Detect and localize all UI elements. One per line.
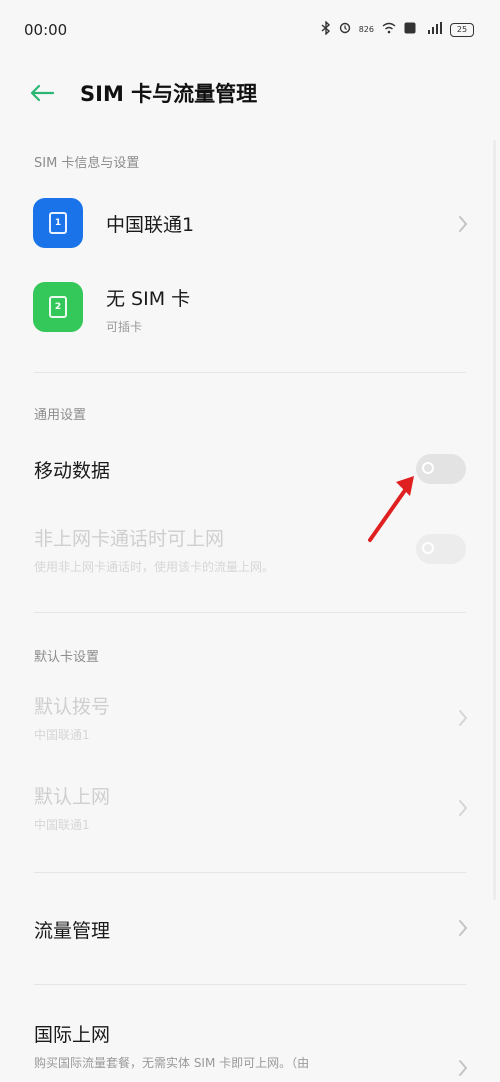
default-data-row[interactable]: 默认上网 中国联通1 — [0, 774, 500, 842]
international-data-sub: 购买国际流量套餐，无需实体 SIM 卡即可上网。（由 — [34, 1056, 310, 1070]
status-bar: 00:00 826 25 — [0, 0, 500, 60]
mobile-data-label: 移动数据 — [34, 460, 111, 482]
chevron-right-icon — [456, 708, 470, 728]
default-data-value: 中国联通1 — [34, 818, 90, 832]
sim-card-2-sub: 可插卡 — [106, 320, 143, 334]
wifi-icon — [382, 22, 396, 38]
sim-section-label: SIM 卡信息与设置 — [34, 156, 140, 171]
scrollbar[interactable] — [493, 140, 496, 900]
signal-icon — [424, 22, 442, 38]
page-title: SIM 卡与流量管理 — [80, 82, 258, 106]
net-speed-icon: 826 — [358, 25, 374, 34]
mobile-data-toggle[interactable] — [416, 454, 466, 484]
hd-icon — [404, 22, 416, 38]
non-data-call-toggle[interactable] — [416, 534, 466, 564]
divider — [34, 612, 466, 613]
toggle-knob — [422, 462, 434, 474]
sim-card-1-name: 中国联通1 — [106, 214, 195, 236]
non-data-call-row[interactable]: 非上网卡通话时可上网 使用非上网卡通话时，使用该卡的流量上网。 — [0, 516, 500, 584]
non-data-call-label: 非上网卡通话时可上网 — [34, 528, 225, 550]
divider — [34, 372, 466, 373]
toggle-knob — [422, 542, 434, 554]
default-call-label: 默认拨号 — [34, 696, 111, 718]
traffic-management-label: 流量管理 — [34, 920, 111, 942]
header: SIM 卡与流量管理 — [0, 62, 500, 124]
sim-card-2-row[interactable]: 2 无 SIM 卡 可插卡 — [0, 276, 500, 344]
back-arrow-icon[interactable] — [20, 71, 64, 115]
default-call-row[interactable]: 默认拨号 中国联通1 — [0, 684, 500, 752]
mobile-data-row[interactable]: 移动数据 — [0, 440, 500, 498]
chevron-right-icon — [456, 918, 470, 938]
international-data-label: 国际上网 — [34, 1024, 111, 1046]
traffic-management-row[interactable]: 流量管理 — [0, 900, 500, 958]
general-section-label: 通用设置 — [34, 408, 87, 423]
default-data-label: 默认上网 — [34, 786, 111, 808]
default-section-label: 默认卡设置 — [34, 650, 100, 665]
international-data-row[interactable]: 国际上网 购买国际流量套餐，无需实体 SIM 卡即可上网。（由 — [0, 1010, 500, 1082]
battery-icon: 25 — [450, 23, 474, 37]
default-call-value: 中国联通1 — [34, 728, 90, 742]
chevron-right-icon — [456, 798, 470, 818]
chevron-right-icon — [456, 214, 470, 234]
alarm-icon — [339, 22, 351, 38]
chevron-right-icon — [456, 1058, 470, 1078]
sim-card-1-icon: 1 — [33, 198, 83, 248]
status-time: 00:00 — [24, 21, 68, 39]
sim-card-1-row[interactable]: 1 中国联通1 — [0, 192, 500, 254]
sim-card-2-name: 无 SIM 卡 — [106, 288, 191, 310]
status-icons: 826 25 — [321, 20, 474, 39]
divider — [34, 984, 466, 985]
sim-card-2-icon: 2 — [33, 282, 83, 332]
non-data-call-sub: 使用非上网卡通话时，使用该卡的流量上网。 — [34, 560, 275, 574]
bluetooth-icon — [321, 20, 331, 39]
divider — [34, 872, 466, 873]
